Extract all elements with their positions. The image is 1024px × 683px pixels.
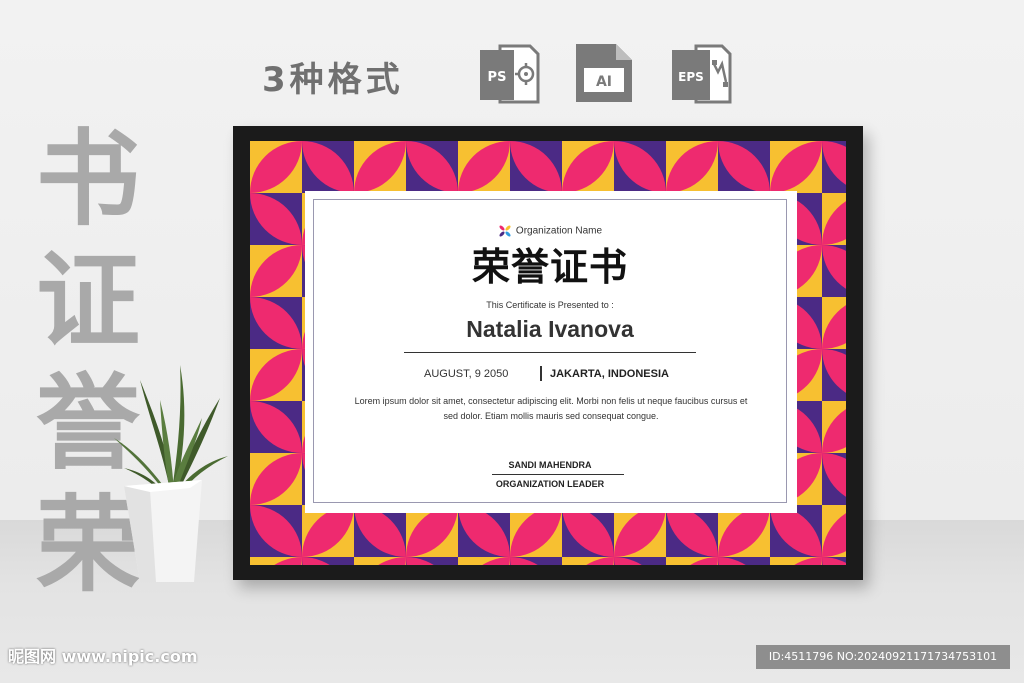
side-title-char: 证: [35, 240, 140, 362]
recipient-name: Natalia Ivanova: [466, 316, 634, 342]
eps-file-icon: EPS: [672, 44, 732, 104]
ps-label: PS: [488, 70, 507, 85]
signer-name: SANDI MAHENDRA: [508, 460, 592, 470]
certificate-body-text: Lorem ipsum dolor sit amet, consectetur …: [354, 396, 748, 421]
certificate-location: JAKARTA, INDONESIA: [550, 368, 669, 380]
ai-label: AI: [596, 74, 612, 90]
signature-line: [492, 474, 624, 475]
formats-header: 3种格式: [262, 46, 440, 106]
image-id-watermark: ID:4511796 NO:20240921171734753101: [756, 645, 1010, 669]
signer-role: ORGANIZATION LEADER: [495, 479, 605, 489]
certificate-inner-border: Organization Name 荣誉证书 This Certificate …: [313, 199, 787, 503]
date-location-divider: [540, 366, 542, 381]
presented-to-text: This Certificate is Presented to :: [486, 300, 614, 310]
ai-file-icon: AI: [576, 44, 632, 102]
potted-plant-image: [114, 365, 228, 582]
certificate-title: 荣誉证书: [471, 245, 628, 289]
organization-name: Organization Name: [515, 225, 603, 237]
certificate-paper: Organization Name 荣誉证书 This Certificate …: [305, 191, 797, 513]
side-title-char: 书: [35, 118, 140, 240]
certificate-date: AUGUST, 9 2050: [424, 368, 509, 380]
ps-file-icon: PS: [480, 44, 540, 104]
eps-label: EPS: [678, 70, 704, 84]
formats-title: 3种格式: [262, 59, 404, 100]
recipient-underline: [404, 352, 696, 353]
site-watermark: 昵图网 www.nipic.com: [8, 647, 198, 666]
